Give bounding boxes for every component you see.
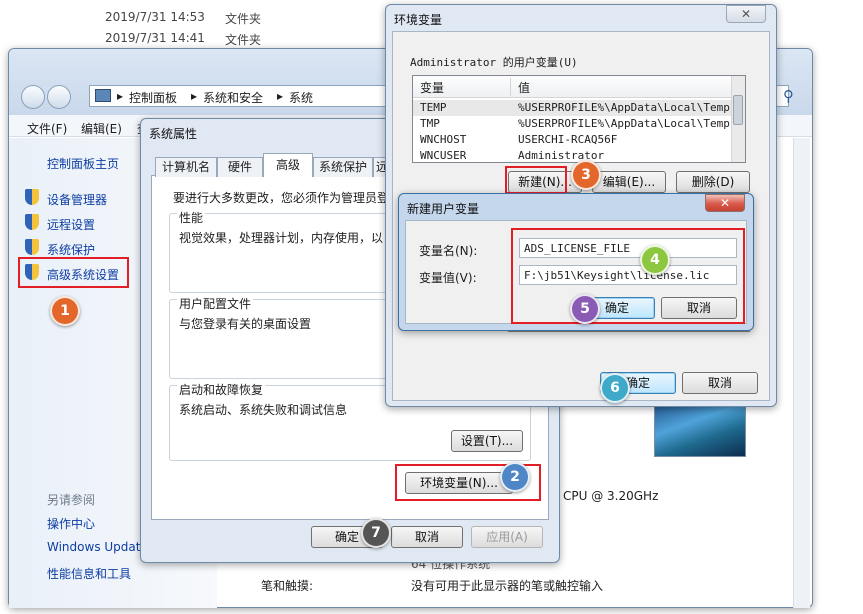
highlight-new-button (505, 166, 567, 194)
column-header-variable[interactable]: 变量 (420, 79, 444, 96)
close-icon[interactable]: ✕ (705, 194, 745, 212)
back-button[interactable] (21, 85, 45, 109)
cancel-button[interactable]: 取消 (391, 526, 463, 548)
variable-value: %USERPROFILE%\AppData\Local\Temp (518, 101, 730, 114)
step-badge: 7 (361, 518, 391, 548)
user-profiles-title: 用户配置文件 (177, 295, 254, 312)
tab-system-protection[interactable]: 系统保护 (313, 157, 373, 177)
breadcrumb-arrow: ▸ (277, 89, 284, 103)
cpu-info: CPU @ 3.20GHz (563, 489, 659, 503)
shield-icon (25, 189, 39, 205)
explorer-row-type: 文件夹 (225, 12, 262, 26)
variable-value: Administrator (518, 149, 605, 161)
tab-advanced[interactable]: 高级 (263, 153, 313, 177)
menu-edit[interactable]: 编辑(E) (81, 120, 122, 137)
see-also-heading: 另请参阅 (47, 493, 96, 507)
tab-computer-name[interactable]: 计算机名 (155, 157, 217, 177)
column-divider (510, 78, 511, 96)
pen-touch-value: 没有可用于此显示器的笔或触控输入 (411, 579, 604, 593)
variable-name[interactable]: WNCHOST (420, 133, 466, 146)
search-icon[interactable]: ⚲ (783, 87, 794, 105)
startup-settings-button[interactable]: 设置(T)... (451, 430, 523, 452)
admin-note: 要进行大多数更改，您必须作为管理员登 (173, 191, 390, 205)
performance-desc: 视觉效果，处理器计划，内存使用，以 (179, 231, 384, 245)
variable-value: %USERPROFILE%\AppData\Local\Temp (518, 117, 730, 130)
scroll-thumb[interactable] (733, 95, 743, 125)
step-badge: 1 (50, 296, 80, 326)
user-variables-label: Administrator 的用户变量(U) (410, 56, 578, 69)
highlight-variable-inputs (511, 228, 745, 324)
shield-icon (25, 239, 39, 255)
explorer-row-type: 文件夹 (225, 33, 262, 47)
dialog-title: 系统属性 (149, 127, 198, 141)
column-header-value[interactable]: 值 (518, 79, 530, 96)
dialog-title: 环境变量 (394, 13, 443, 27)
step-badge: 5 (570, 294, 600, 324)
variable-name[interactable]: TMP (420, 117, 440, 130)
pen-touch-label: 笔和触摸: (261, 579, 314, 593)
sidebar-link-device-manager[interactable]: 设备管理器 (47, 191, 107, 208)
shield-icon (25, 214, 39, 230)
highlight-advanced-settings (18, 257, 129, 288)
system-variable-buttons (508, 331, 750, 345)
breadcrumb-item[interactable]: 控制面板 (129, 89, 177, 106)
step-badge: 4 (640, 245, 670, 275)
explorer-row-date: 2019/7/31 14:53 (105, 10, 205, 24)
edit-variable-button[interactable]: 编辑(E)... (592, 171, 666, 193)
variable-value-label: 变量值(V): (419, 271, 477, 285)
sidebar-link-action-center[interactable]: 操作中心 (47, 515, 95, 532)
menu-file[interactable]: 文件(F) (27, 120, 67, 137)
sidebar-link-remote-settings[interactable]: 远程设置 (47, 216, 95, 233)
startup-desc: 系统启动、系统失败和调试信息 (179, 403, 348, 417)
delete-variable-button[interactable]: 删除(D) (676, 171, 750, 193)
sidebar-link-system-protection[interactable]: 系统保护 (47, 241, 95, 258)
scrollbar[interactable] (793, 138, 810, 608)
explorer-row-date: 2019/7/31 14:41 (105, 31, 205, 45)
variable-name[interactable]: WNCUSER (420, 149, 466, 161)
variable-name-label: 变量名(N): (419, 244, 478, 258)
sidebar-link-windows-update[interactable]: Windows Update (47, 540, 148, 554)
variable-value: USERCHI-RCAQ56F (518, 133, 618, 146)
computer-icon (95, 89, 111, 102)
breadcrumb-arrow: ▸ (191, 89, 198, 103)
startup-title: 启动和故障恢复 (177, 381, 266, 398)
breadcrumb-item[interactable]: 系统和安全 (203, 89, 263, 106)
forward-button[interactable] (47, 85, 71, 109)
sidebar-link-performance[interactable]: 性能信息和工具 (47, 565, 131, 582)
breadcrumb-item[interactable]: 系统 (289, 89, 313, 106)
wallpaper-thumbnail (654, 399, 746, 457)
cancel-button[interactable]: 取消 (682, 372, 758, 394)
step-badge: 3 (571, 160, 601, 190)
step-badge: 2 (500, 462, 530, 492)
control-panel-home-link[interactable]: 控制面板主页 (47, 155, 119, 172)
apply-button[interactable]: 应用(A) (471, 526, 543, 548)
variable-name: TEMP (420, 101, 447, 114)
tab-hardware[interactable]: 硬件 (217, 157, 263, 177)
performance-title: 性能 (177, 209, 206, 226)
list-header (413, 76, 731, 98)
breadcrumb-arrow: ▸ (117, 89, 124, 103)
step-badge: 6 (600, 373, 630, 403)
user-profiles-desc: 与您登录有关的桌面设置 (179, 317, 312, 331)
close-icon[interactable]: ✕ (726, 5, 766, 23)
dialog-title: 新建用户变量 (407, 202, 480, 216)
